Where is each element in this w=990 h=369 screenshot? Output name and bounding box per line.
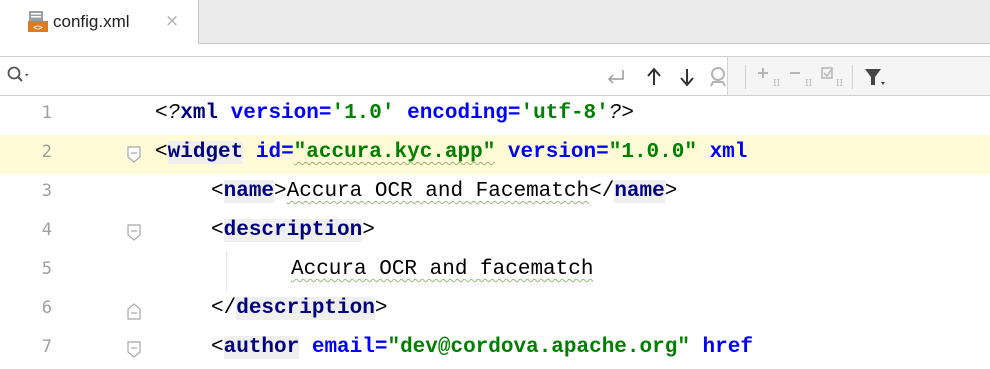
code-line[interactable]: 2 <widget id="accura.kyc.app" version="1.… [0, 135, 990, 174]
code-token: id [255, 141, 282, 164]
code-token: description [223, 219, 363, 242]
line-number: 7 [41, 337, 52, 357]
code-token: name [614, 180, 665, 203]
svg-text:II: II [805, 79, 812, 89]
code-token: < [211, 180, 224, 203]
code-token: = [507, 102, 521, 125]
code-token: "dev@cordova.apache.org" [387, 336, 690, 359]
line-number: 4 [41, 220, 52, 240]
close-icon[interactable]: × [165, 11, 179, 31]
code-line[interactable]: 3 <name>Accura OCR and Facematch</name> [0, 174, 990, 213]
code-token: '1.0' [331, 102, 395, 125]
xml-file-icon: <> [28, 11, 48, 32]
code-line[interactable]: 1 <?xml version='1.0' encoding='utf-8'?> [0, 96, 990, 135]
code-token: <? [155, 102, 181, 125]
line-number: 2 [41, 142, 52, 162]
code-token: author [223, 336, 300, 359]
code-editor[interactable]: 1 <?xml version='1.0' encoding='utf-8'?> 2… [0, 96, 990, 369]
code-token: < [211, 336, 224, 359]
code-token: < [155, 141, 168, 164]
code-token: = [596, 141, 609, 164]
tab-label: config.xml [53, 12, 130, 31]
code-token: widget [167, 141, 244, 164]
code-text: <widget id="accura.kyc.app" version="1.0… [155, 141, 747, 164]
arrow-up-icon[interactable] [640, 63, 668, 91]
toolbar-separator [852, 65, 853, 89]
tab-config-xml[interactable]: <> config.xml × [0, 0, 199, 44]
code-text: <author email="dev@cordova.apache.org" h… [211, 336, 753, 359]
svg-text:II: II [773, 79, 780, 89]
code-token: < [211, 219, 224, 242]
svg-text:<>: <> [33, 23, 43, 32]
code-text: <?xml version='1.0' encoding='utf-8'?> [155, 102, 634, 125]
editor-tab-bar: <> config.xml × [0, 0, 990, 44]
code-token: version [230, 102, 319, 125]
arrow-down-icon[interactable] [673, 63, 701, 91]
code-token: "accura.kyc.app" [293, 141, 496, 164]
code-token: xml [180, 102, 219, 125]
code-token: > [274, 180, 287, 203]
code-token: encoding [407, 102, 508, 125]
enter-icon [607, 70, 624, 84]
fold-toggle-icon[interactable] [126, 145, 142, 165]
toolbar-separator [745, 65, 746, 89]
line-number: 3 [41, 181, 52, 201]
line-number: 1 [41, 103, 52, 123]
code-token: description [236, 297, 375, 320]
code-line[interactable]: 4 <description> [0, 213, 990, 252]
ide-window: <> config.xml × II II II 1 <?xml version… [0, 0, 990, 369]
code-token: href [702, 336, 753, 359]
code-token: xml [709, 141, 748, 164]
code-token: name [223, 180, 275, 203]
add-selection-icon[interactable]: II [754, 63, 782, 91]
code-line[interactable]: 7 <author email="dev@cordova.apache.org" … [0, 330, 990, 369]
remove-selection-icon[interactable]: II [786, 63, 814, 91]
svg-text:II: II [836, 79, 844, 89]
code-text: <description> [211, 219, 375, 242]
fold-toggle-icon[interactable] [126, 223, 142, 243]
code-token: version [507, 141, 597, 164]
line-number: 5 [41, 259, 52, 279]
code-text: </description> [211, 297, 387, 320]
select-all-icon[interactable]: II [818, 63, 846, 91]
fold-toggle-icon[interactable] [126, 340, 142, 360]
code-line[interactable]: 5 Accura OCR and facematch [0, 252, 990, 291]
code-token: = [374, 336, 388, 359]
code-token: </ [589, 180, 615, 203]
code-token: email [311, 336, 375, 359]
code-token: Accura OCR and facematch [291, 258, 594, 281]
code-token: 'utf-8' [520, 102, 609, 125]
filter-icon[interactable] [860, 63, 888, 91]
code-token: > [374, 297, 388, 320]
code-text: Accura OCR and facematch [291, 258, 593, 281]
code-token: > [362, 219, 375, 242]
find-bar: II II II [0, 56, 990, 96]
find-all-icon[interactable] [706, 63, 734, 91]
search-icon[interactable] [6, 65, 32, 87]
line-number: 6 [41, 298, 52, 318]
code-token: > [664, 180, 678, 203]
code-line[interactable]: 6 </description> [0, 291, 990, 330]
code-token: = [318, 102, 332, 125]
code-text: <name>Accura OCR and Facematch</name> [211, 180, 677, 203]
code-token: Accura OCR and Facematch [286, 180, 590, 203]
fold-end-icon[interactable] [126, 301, 142, 321]
code-token: = [281, 141, 294, 164]
code-token: "1.0.0" [608, 141, 697, 164]
code-token: </ [211, 297, 237, 320]
code-token: ?> [608, 102, 634, 125]
indent-guide [226, 252, 227, 291]
